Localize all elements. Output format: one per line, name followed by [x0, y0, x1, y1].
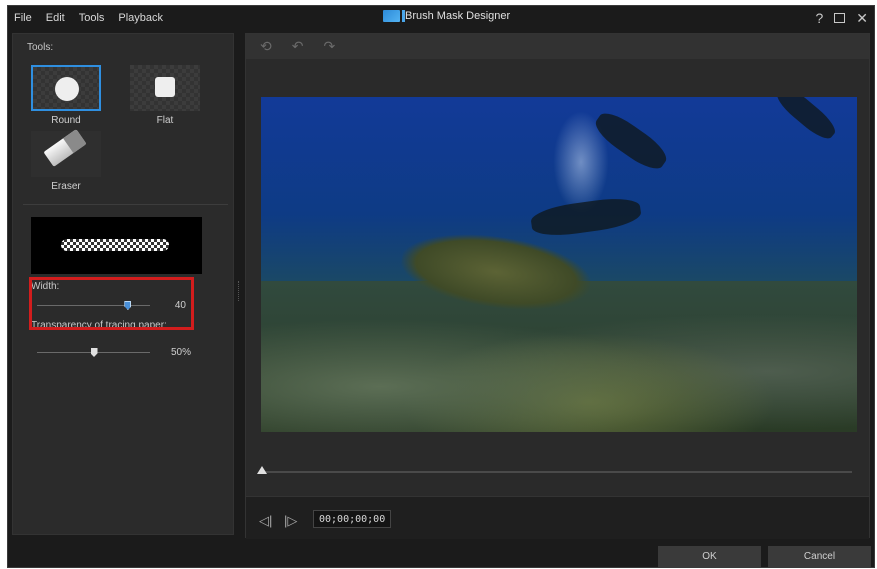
prev-frame-icon[interactable]: ◁| — [259, 513, 272, 529]
close-button[interactable]: ✕ — [856, 10, 868, 26]
video-preview[interactable] — [261, 97, 857, 432]
title-bar: File Edit Tools Playback Brush Mask Desi… — [8, 6, 874, 31]
window-title: Brush Mask Designer — [383, 10, 510, 22]
reset-icon[interactable]: ⟲ — [260, 38, 272, 55]
eraser-tool[interactable] — [31, 129, 101, 177]
transparency-value: 50% — [170, 347, 191, 358]
timeline-scrubber[interactable] — [257, 466, 267, 474]
brush-preview-stroke — [61, 239, 169, 251]
eraser-label: Eraser — [51, 181, 81, 192]
cancel-button[interactable]: Cancel — [768, 546, 871, 567]
diver-silhouette — [529, 194, 643, 240]
menu-tools[interactable]: Tools — [79, 12, 105, 24]
flat-brush-icon — [155, 77, 175, 97]
window-controls: ? ✕ — [815, 10, 868, 26]
menu-playback[interactable]: Playback — [118, 12, 163, 24]
playback-controls: ◁| |▷ 00;00;00;00 — [246, 496, 869, 539]
timeline-track[interactable] — [261, 471, 852, 473]
diver-silhouette — [772, 97, 840, 144]
panel-resize-grip[interactable] — [238, 281, 241, 301]
panel-divider — [23, 204, 228, 205]
eraser-icon — [43, 129, 87, 167]
transparency-slider-thumb[interactable] — [90, 348, 98, 357]
round-brush-icon — [55, 77, 79, 101]
preview-area: ⟲ ↶ ↷ ◁| |▷ 00;00;00;00 — [245, 33, 870, 539]
menu-file[interactable]: File — [14, 12, 32, 24]
brush-preview — [31, 217, 202, 274]
maximize-button[interactable] — [834, 13, 846, 23]
menu-edit[interactable]: Edit — [46, 12, 65, 24]
flat-brush-label: Flat — [156, 115, 174, 126]
timecode-display[interactable]: 00;00;00;00 — [313, 510, 392, 528]
brush-mask-designer-window: File Edit Tools Playback Brush Mask Desi… — [7, 5, 875, 568]
tools-label: Tools: — [27, 42, 54, 53]
edit-toolbar: ⟲ ↶ ↷ — [246, 34, 869, 59]
menu-bar: File Edit Tools Playback — [14, 12, 163, 24]
next-frame-icon[interactable]: |▷ — [284, 513, 297, 529]
redo-icon[interactable]: ↷ — [323, 38, 335, 55]
round-brush-tool[interactable] — [31, 65, 101, 111]
app-logo-icon — [383, 10, 405, 22]
window-title-text: Brush Mask Designer — [405, 10, 511, 22]
undo-icon[interactable]: ↶ — [292, 38, 304, 55]
width-highlight-box — [29, 277, 194, 330]
brush-settings-panel: Tools: Round Flat Eraser Width: 40 Trans… — [12, 33, 234, 535]
flat-brush-tool[interactable] — [130, 65, 200, 111]
round-brush-label: Round — [51, 115, 81, 126]
help-button[interactable]: ? — [815, 10, 823, 26]
ok-button[interactable]: OK — [658, 546, 761, 567]
